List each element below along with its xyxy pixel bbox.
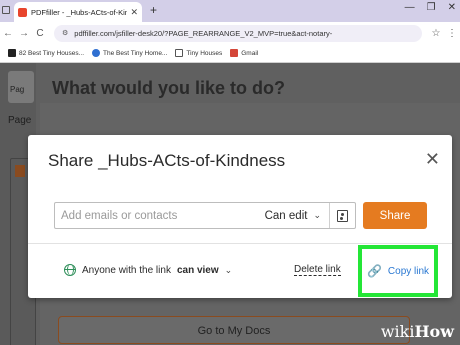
browser-menu-icon[interactable]: ⋮: [444, 28, 460, 39]
watermark-part-1: wiki: [380, 322, 415, 341]
dialog-title: Share _Hubs-ACts-of-Kindness: [48, 151, 286, 170]
bookmark-label: Gmail: [241, 49, 259, 57]
bookmark-favicon-icon: [8, 49, 16, 57]
delete-link-button[interactable]: Delete link: [294, 264, 341, 276]
bookmark-item[interactable]: Gmail: [230, 49, 258, 57]
bookmark-item[interactable]: 82 Best Tiny Houses...: [8, 49, 84, 57]
share-dialog: Share _Hubs-ACts-of-Kindness ✕ Can edit …: [28, 135, 452, 298]
link-access-prefix: Anyone with the link: [82, 264, 171, 276]
chevron-down-icon: ⌄: [313, 210, 321, 220]
minimize-icon[interactable]: —: [405, 2, 415, 13]
email-contacts-input[interactable]: [55, 209, 257, 222]
bookmark-star-icon[interactable]: ☆: [428, 28, 444, 39]
address-book-icon: [337, 209, 348, 222]
browser-navbar: ← → C ⚙ pdffiller.com/jsfiller-desk20/?P…: [0, 22, 460, 44]
sidebar-label: Page: [8, 115, 32, 126]
permission-dropdown[interactable]: Can edit ⌄: [257, 210, 329, 222]
close-icon[interactable]: ✕: [425, 149, 440, 170]
go-to-my-docs-button[interactable]: Go to My Docs: [58, 316, 410, 344]
forward-icon[interactable]: →: [16, 28, 32, 39]
window-close-icon[interactable]: ✕: [448, 2, 456, 13]
address-bar[interactable]: ⚙ pdffiller.com/jsfiller-desk20/?PAGE_RE…: [54, 24, 422, 42]
gmail-icon: [230, 49, 239, 57]
bookmark-label: The Best Tiny Home...: [103, 49, 168, 57]
invite-field: Can edit ⌄: [54, 202, 356, 229]
copy-link-button[interactable]: 🔗 Copy link: [358, 245, 438, 297]
maximize-icon[interactable]: ❐: [427, 2, 436, 13]
url-text: pdffiller.com/jsfiller-desk20/?PAGE_REAR…: [74, 28, 333, 38]
link-access-level: can view: [176, 264, 219, 276]
watermark-part-2: How: [414, 322, 454, 341]
tab-close-icon[interactable]: ✕: [130, 7, 138, 18]
new-tab-button[interactable]: +: [150, 3, 157, 17]
bookmarks-bar: 82 Best Tiny Houses... The Best Tiny Hom…: [0, 44, 460, 63]
link-icon: 🔗: [366, 264, 382, 278]
bookmark-item[interactable]: The Best Tiny Home...: [92, 49, 167, 57]
window-controls: — ❐ ✕: [405, 2, 456, 13]
divider: [28, 243, 452, 244]
back-icon[interactable]: ←: [0, 28, 16, 39]
folder-icon: [175, 49, 184, 57]
browser-tabstrip: PDFfiller - _Hubs-ACts-of-Kindn ✕ + — ❐ …: [0, 0, 460, 22]
bookmark-item[interactable]: Tiny Houses: [175, 49, 222, 57]
tab-title: PDFfiller - _Hubs-ACts-of-Kindn: [31, 7, 128, 17]
permission-label: Can edit: [264, 209, 308, 222]
link-access-dropdown[interactable]: Anyone with the link can view ⌄: [64, 264, 232, 276]
wikihow-watermark: wikiHow: [381, 322, 454, 341]
copy-link-label: Copy link: [387, 265, 430, 277]
tab-actions-icon[interactable]: [2, 6, 10, 14]
page-title: What would you like to do?: [52, 78, 285, 98]
chevron-down-icon: ⌄: [224, 264, 233, 275]
site-info-icon[interactable]: ⚙: [62, 29, 68, 37]
browser-tab[interactable]: PDFfiller - _Hubs-ACts-of-Kindn ✕: [14, 2, 142, 22]
pdffiller-favicon-icon: [18, 7, 27, 17]
address-book-button[interactable]: [329, 203, 355, 228]
reload-icon[interactable]: C: [32, 28, 48, 39]
bookmark-favicon-icon: [92, 49, 101, 57]
sidebar-card: Pag: [8, 71, 34, 103]
bookmark-label: 82 Best Tiny Houses...: [19, 49, 85, 57]
globe-icon: [64, 264, 76, 276]
share-button[interactable]: Share: [363, 202, 427, 229]
bookmark-label: Tiny Houses: [186, 49, 223, 57]
